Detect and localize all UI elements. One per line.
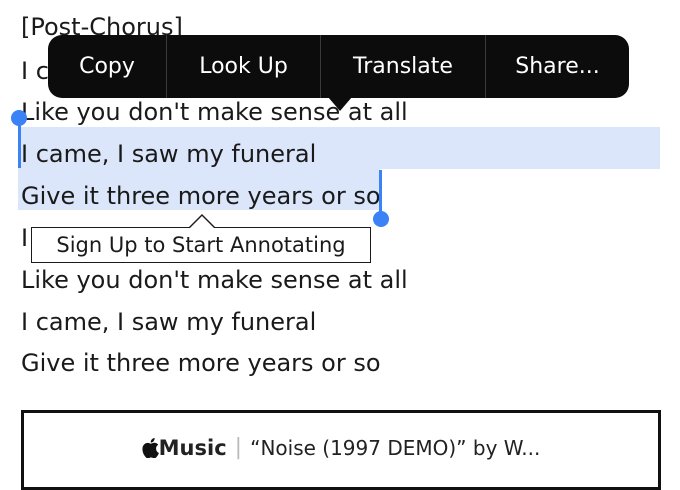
- selection-end-caret: [379, 170, 382, 215]
- music-brand-label: Music: [158, 435, 227, 460]
- lyric-line-partial: I: [21, 224, 29, 252]
- lyric-line: Like you don't make sense at all: [21, 266, 408, 294]
- selection-start-caret: [18, 122, 21, 168]
- menu-item-translate[interactable]: Translate: [320, 35, 485, 98]
- menu-item-copy[interactable]: Copy: [48, 35, 166, 98]
- apple-music-card[interactable]: Music | “Noise (1997 DEMO)” by W...: [21, 410, 661, 490]
- selection-end-handle[interactable]: [373, 211, 389, 227]
- music-separator: |: [234, 435, 243, 460]
- lyric-line: Give it three more years or so: [21, 349, 381, 377]
- menu-pointer-arrow: [328, 97, 352, 111]
- lyric-line-selected[interactable]: Give it three more years or so: [21, 181, 381, 211]
- music-track-title: “Noise (1997 DEMO)” by W...: [250, 435, 541, 460]
- text-context-menu: Copy Look Up Translate Share...: [48, 35, 629, 98]
- menu-item-share[interactable]: Share...: [485, 35, 629, 98]
- lyric-line-partial: I c: [21, 57, 49, 85]
- annotate-pointer: [190, 215, 214, 228]
- lyric-line: I came, I saw my funeral: [21, 308, 317, 336]
- menu-item-look-up[interactable]: Look Up: [166, 35, 320, 98]
- apple-music-logo: Music: [142, 436, 227, 460]
- sign-up-annotate-button[interactable]: Sign Up to Start Annotating: [31, 227, 371, 263]
- lyric-line-selected[interactable]: I came, I saw my funeral: [21, 139, 316, 169]
- apple-icon: [142, 437, 159, 458]
